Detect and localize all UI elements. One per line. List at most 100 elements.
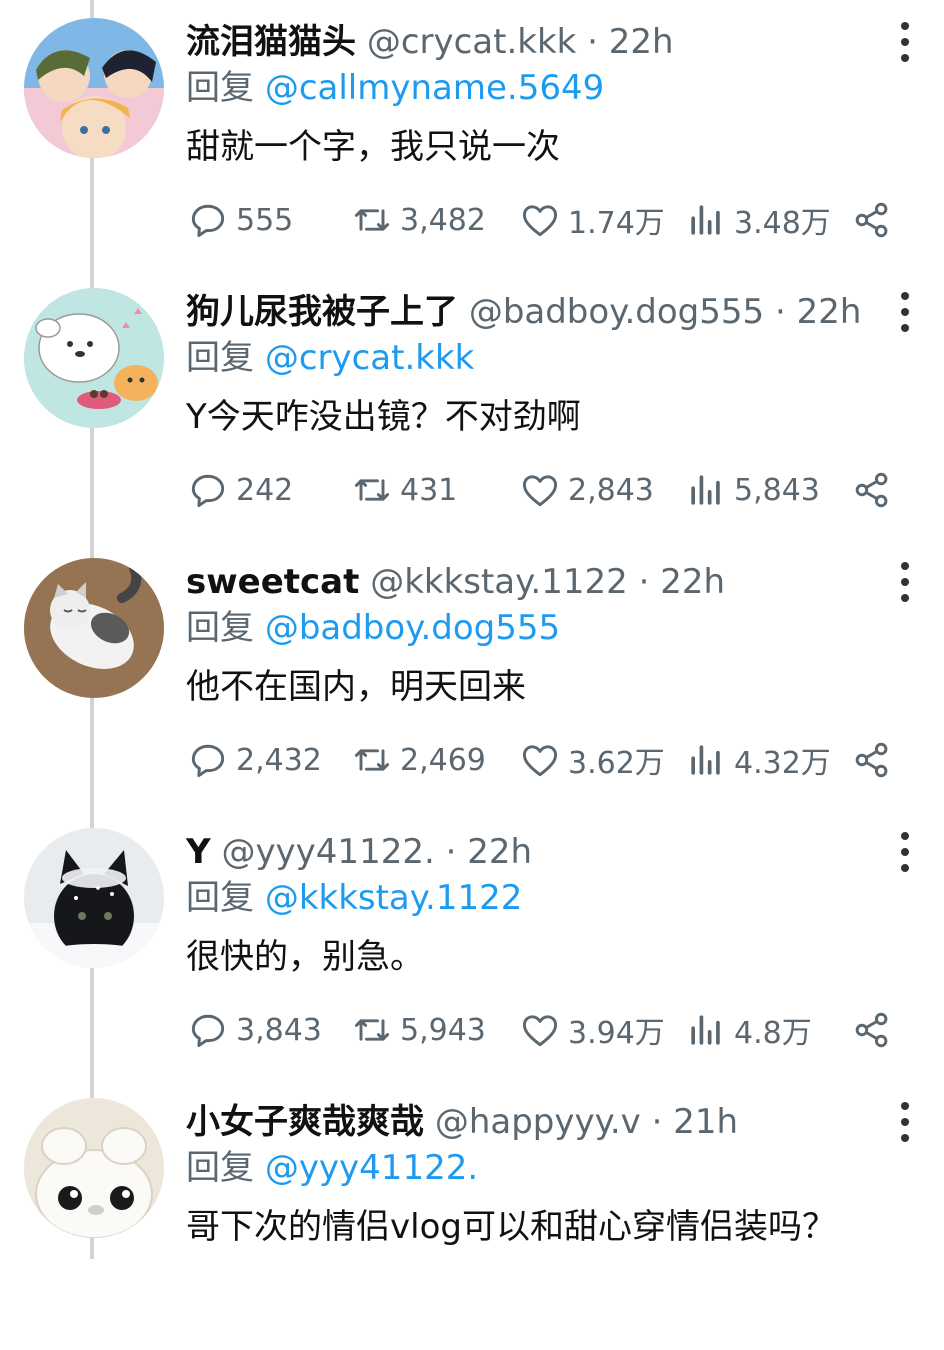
user-handle[interactable]: @crycat.kkk xyxy=(367,22,577,62)
reply-prefix: 回复 xyxy=(186,608,254,648)
separator-dot: · xyxy=(638,562,650,602)
view-count: 3.48万 xyxy=(734,206,831,241)
share-button[interactable] xyxy=(850,194,894,246)
more-options-icon[interactable] xyxy=(892,832,918,872)
like-button[interactable]: 3.62万 xyxy=(518,734,665,786)
reply-to-link[interactable]: @yyy41122. xyxy=(265,1148,478,1188)
like-count: 2,843 xyxy=(568,472,654,508)
reply-post[interactable]: 狗儿尿我被子上了 @badboy.dog555 · 22h 回复 @crycat… xyxy=(0,270,944,540)
reply-icon xyxy=(191,204,225,238)
reply-icon xyxy=(191,744,225,778)
retweet-button[interactable]: 5,943 xyxy=(350,1004,486,1056)
share-button[interactable] xyxy=(850,1004,894,1056)
timestamp[interactable]: 22h xyxy=(797,292,862,332)
reply-post[interactable]: sweetcat @kkkstay.1122 · 22h 回复 @badboy.… xyxy=(0,540,944,810)
share-button[interactable] xyxy=(850,734,894,786)
avatar[interactable] xyxy=(24,18,164,158)
reply-to-link[interactable]: @badboy.dog555 xyxy=(265,608,560,648)
display-name[interactable]: 流泪猫猫头 xyxy=(186,22,356,62)
share-icon xyxy=(855,472,888,508)
more-options-icon[interactable] xyxy=(892,292,918,332)
avatar[interactable] xyxy=(24,1098,164,1238)
views-button[interactable]: 4.32万 xyxy=(684,734,831,786)
timestamp[interactable]: 21h xyxy=(673,1102,738,1142)
reply-count: 555 xyxy=(236,202,294,238)
user-handle[interactable]: @kkkstay.1122 xyxy=(370,562,628,602)
timestamp[interactable]: 22h xyxy=(660,562,725,602)
display-name[interactable]: 小女子爽哉爽哉 xyxy=(186,1102,424,1142)
retweet-icon xyxy=(354,479,390,501)
reply-prefix: 回复 xyxy=(186,338,254,378)
reply-icon xyxy=(191,474,225,508)
reply-thread: 流泪猫猫头 @crycat.kkk · 22h 回复 @callmyname.5… xyxy=(0,0,944,1350)
user-handle[interactable]: @badboy.dog555 xyxy=(469,292,764,332)
reply-post[interactable]: 流泪猫猫头 @crycat.kkk · 22h 回复 @callmyname.5… xyxy=(0,0,944,270)
share-icon xyxy=(855,202,888,238)
views-icon xyxy=(691,745,720,775)
like-button[interactable]: 1.74万 xyxy=(518,194,665,246)
timestamp[interactable]: 22h xyxy=(609,22,674,62)
more-options-icon[interactable] xyxy=(892,22,918,62)
display-name[interactable]: sweetcat xyxy=(186,562,359,602)
user-handle[interactable]: @happyyy.v xyxy=(435,1102,641,1142)
post-header: 小女子爽哉爽哉 @happyyy.v · 21h xyxy=(186,1096,888,1148)
timestamp[interactable]: 22h xyxy=(467,832,532,872)
share-icon xyxy=(855,1012,888,1048)
retweet-icon xyxy=(354,1019,390,1041)
avatar[interactable] xyxy=(24,288,164,428)
reply-count: 3,843 xyxy=(236,1012,322,1048)
reply-icon xyxy=(191,1014,225,1048)
reply-post[interactable]: Y @yyy41122. · 22h 回复 @kkkstay.1122 很快的，… xyxy=(0,810,944,1080)
action-bar: 2,432 2,469 3.62万 4.32万 xyxy=(186,734,906,786)
avatar-anime-boys-image xyxy=(24,18,164,158)
post-text: Y今天咋没出镜？不对劲啊 xyxy=(186,397,581,437)
reply-to-link[interactable]: @kkkstay.1122 xyxy=(265,878,523,918)
separator-dot: · xyxy=(445,832,457,872)
like-icon xyxy=(522,745,558,777)
retweet-button[interactable]: 2,469 xyxy=(350,734,486,786)
views-icon xyxy=(691,205,720,235)
reply-to-link[interactable]: @crycat.kkk xyxy=(265,338,475,378)
reply-to-link[interactable]: @callmyname.5649 xyxy=(265,68,604,108)
display-name[interactable]: Y xyxy=(186,832,211,872)
reply-to-line: 回复 @yyy41122. xyxy=(186,1144,478,1192)
post-header: 狗儿尿我被子上了 @badboy.dog555 · 22h xyxy=(186,286,888,338)
views-icon xyxy=(691,1015,720,1045)
avatar[interactable] xyxy=(24,558,164,698)
action-bar: 555 3,482 1.74万 3.48万 xyxy=(186,194,906,246)
reply-button[interactable]: 2,432 xyxy=(186,734,322,786)
retweet-count: 2,469 xyxy=(400,742,486,778)
post-text: 哥下次的情侣vlog可以和甜心穿情侣装吗？ xyxy=(186,1207,836,1247)
reply-post[interactable]: 小女子爽哉爽哉 @happyyy.v · 21h 回复 @yyy41122. 哥… xyxy=(0,1080,944,1350)
share-button[interactable] xyxy=(850,464,894,516)
reply-button[interactable]: 242 xyxy=(186,464,293,516)
avatar-plush-toy-image xyxy=(24,1098,164,1238)
like-icon xyxy=(522,1015,558,1047)
retweet-icon xyxy=(354,749,390,771)
reply-button[interactable]: 3,843 xyxy=(186,1004,322,1056)
post-header: 流泪猫猫头 @crycat.kkk · 22h xyxy=(186,16,888,68)
like-button[interactable]: 2,843 xyxy=(518,464,654,516)
more-options-icon[interactable] xyxy=(892,562,918,602)
reply-prefix: 回复 xyxy=(186,878,254,918)
avatar[interactable] xyxy=(24,828,164,968)
view-count: 4.8万 xyxy=(734,1016,812,1051)
display-name[interactable]: 狗儿尿我被子上了 xyxy=(186,292,458,332)
views-button[interactable]: 4.8万 xyxy=(684,1004,812,1056)
post-text: 他不在国内，明天回来 xyxy=(186,667,526,707)
views-button[interactable]: 3.48万 xyxy=(684,194,831,246)
retweet-button[interactable]: 3,482 xyxy=(350,194,486,246)
views-button[interactable]: 5,843 xyxy=(684,464,820,516)
post-header: sweetcat @kkkstay.1122 · 22h xyxy=(186,556,888,608)
retweet-count: 3,482 xyxy=(400,202,486,238)
like-button[interactable]: 3.94万 xyxy=(518,1004,665,1056)
more-options-icon[interactable] xyxy=(892,1102,918,1142)
separator-dot: · xyxy=(774,292,786,332)
reply-button[interactable]: 555 xyxy=(186,194,293,246)
like-count: 3.62万 xyxy=(568,746,665,781)
retweet-button[interactable]: 431 xyxy=(350,464,457,516)
reply-to-line: 回复 @crycat.kkk xyxy=(186,334,474,382)
user-handle[interactable]: @yyy41122. xyxy=(221,832,434,872)
separator-dot: · xyxy=(587,22,598,62)
reply-prefix: 回复 xyxy=(186,1148,254,1188)
